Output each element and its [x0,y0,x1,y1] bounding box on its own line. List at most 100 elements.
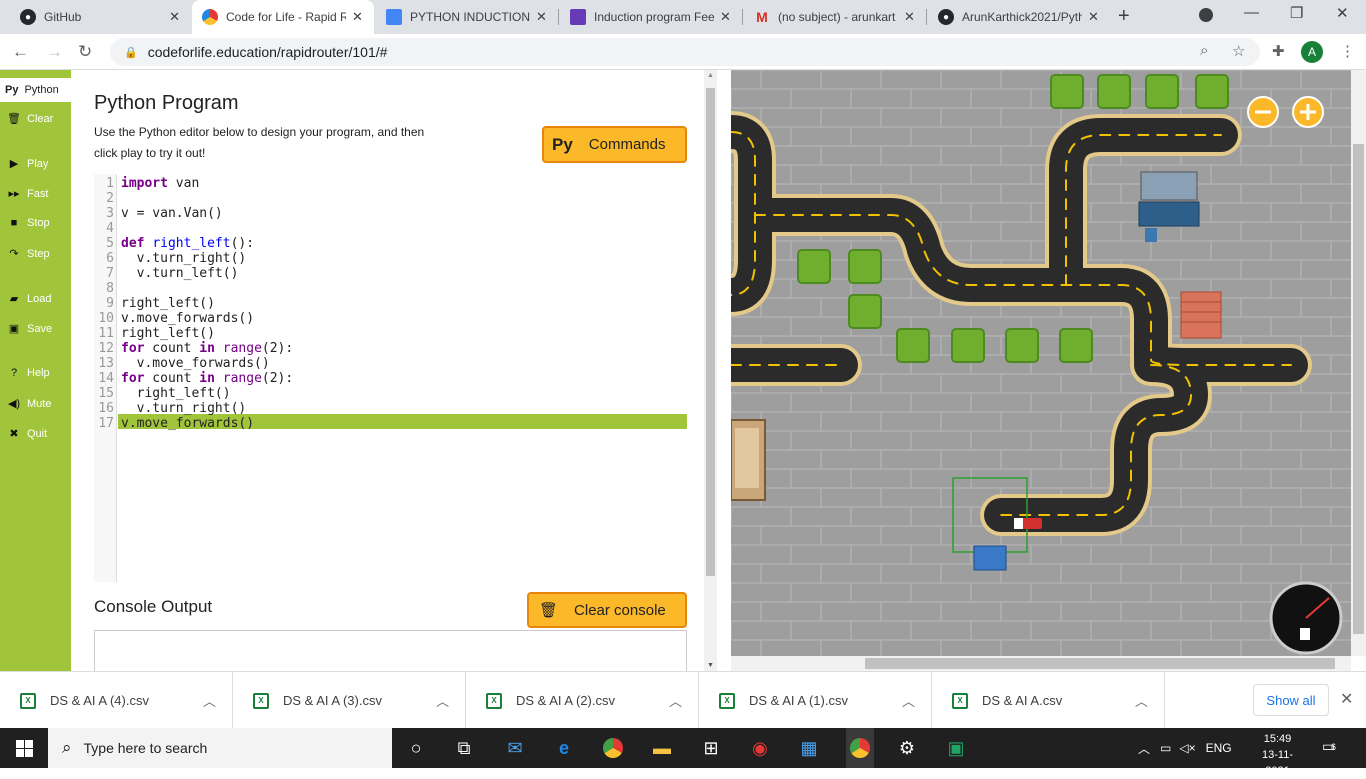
new-tab-button[interactable]: + [1118,5,1130,28]
code-editor[interactable]: 1 2 3 4 5 6 7 8 9 10 11 12 13 14 15 16 17 import van v = … [94,174,687,582]
chevron-up-icon[interactable]: ︿ [902,691,915,710]
scrollbar-thumb[interactable] [1353,144,1364,634]
zoom-out-button[interactable] [1247,96,1279,128]
code-line[interactable]: v.move_forwards() [121,311,254,326]
chevron-up-icon[interactable]: ︿ [1138,740,1150,757]
van-icon[interactable] [1014,518,1042,529]
network-icon[interactable]: ▭ [1160,741,1171,755]
code-line[interactable]: right_left() [121,326,215,341]
code-line[interactable]: v.move_forwards() [121,416,254,431]
tab-gmail[interactable]: M (no subject) - arunkart ✕ [744,0,926,34]
tab-induction-program[interactable]: Induction program Fee ✕ [560,0,742,34]
code-line[interactable]: v = van.Van() [121,206,223,221]
close-icon[interactable]: ✕ [904,9,915,25]
code-line[interactable]: v.turn_right() [121,401,247,416]
download-item[interactable]: X DS & AI A (2).csv ︿ [466,672,699,729]
code-line[interactable]: for count in range(2): [121,371,293,386]
tab-search-icon[interactable] [1199,8,1213,22]
clock[interactable]: 15:49 13-11-2021 [1255,731,1300,779]
volume-icon[interactable]: ◁× [1179,741,1195,755]
download-item[interactable]: X DS & AI A.csv ︿ [932,672,1165,729]
play-button[interactable]: ▶ Play [0,157,71,171]
extensions-icon[interactable]: ✚ [1272,42,1285,60]
avatar[interactable]: A [1301,41,1323,63]
close-icon[interactable]: ✕ [352,9,363,25]
scrollbar-thumb[interactable] [706,88,715,576]
cortana-icon[interactable]: ○ [404,736,428,760]
map-horizontal-scrollbar[interactable] [731,656,1351,671]
file-explorer-icon[interactable]: ▬ [650,736,674,760]
tab-github-repo[interactable]: ● ArunKarthick2021/Pyth ✕ [928,0,1110,34]
help-button[interactable]: ? Help [0,367,71,379]
chevron-up-icon[interactable]: ︿ [436,691,449,710]
settings-gear-icon[interactable]: ⚙ [895,736,919,760]
code-line[interactable]: v.move_forwards() [121,356,270,371]
close-icon[interactable]: ✕ [720,9,731,25]
mail-icon[interactable]: ✉ [503,736,527,760]
chevron-up-icon[interactable]: ︿ [669,691,682,710]
download-item[interactable]: X DS & AI A (4).csv ︿ [0,672,233,729]
scroll-up-icon[interactable]: ▲ [707,72,714,79]
scroll-down-icon[interactable]: ▼ [707,662,714,669]
download-item[interactable]: X DS & AI A (1).csv ︿ [699,672,932,729]
close-icon[interactable]: ✕ [1340,689,1353,709]
bookmark-star-icon[interactable]: ☆ [1232,42,1245,60]
editor-scrollbar[interactable]: ▲ ▼ [704,70,717,671]
edge-icon[interactable]: e [552,736,576,760]
python-tab[interactable]: Py Python [0,78,71,102]
zoom-icon[interactable]: ⌕ [1200,42,1208,59]
line-number: 16 [98,401,114,416]
taskbar-search-input[interactable]: ⌕ Type here to search [48,728,392,768]
close-icon[interactable]: ✕ [1088,9,1099,25]
code-line[interactable]: right_left() [121,386,231,401]
step-button[interactable]: ↷ Step [0,247,71,261]
console-output[interactable] [94,630,687,671]
save-button[interactable]: ▣ Save [0,322,71,336]
load-button[interactable]: ▰ Load [0,292,71,306]
download-item[interactable]: X DS & AI A (3).csv ︿ [233,672,466,729]
close-icon[interactable]: ✕ [169,9,180,25]
zoom-in-button[interactable] [1292,96,1324,128]
excel-icon[interactable]: ▣ [944,736,968,760]
forward-arrow-icon[interactable]: → [46,42,63,62]
commands-button[interactable]: Py Commands [542,126,687,163]
code-line[interactable]: right_left() [121,296,215,311]
fast-button[interactable]: ▸▸ Fast [0,187,71,201]
chrome-icon[interactable] [601,736,625,760]
scrollbar-thumb[interactable] [865,658,1335,669]
tab-github[interactable]: ● GitHub ✕ [10,0,190,34]
code-line[interactable]: import van [121,176,199,191]
menu-icon[interactable]: ⋮ [1340,42,1355,60]
line-number: 17 [98,416,114,431]
back-arrow-icon[interactable]: ← [12,42,29,62]
control-panel-icon[interactable]: ▦ [797,736,821,760]
maximize-button[interactable]: ❐ [1290,4,1303,22]
store-icon[interactable]: ⊞ [699,736,723,760]
task-view-icon[interactable]: ⧉ [452,736,476,760]
map-vertical-scrollbar[interactable] [1351,70,1366,656]
chrome-active-icon[interactable] [846,728,874,768]
quit-button[interactable]: ✖ Quit [0,427,71,441]
clear-button[interactable]: 🗑 Clear [0,112,71,126]
tab-code-for-life[interactable]: Code for Life - Rapid R ✕ [192,0,374,34]
close-window-button[interactable]: ✕ [1336,4,1349,22]
language-indicator[interactable]: ENG [1206,741,1232,755]
show-all-button[interactable]: Show all [1253,684,1329,716]
windows-start-button[interactable] [0,728,48,768]
mute-button[interactable]: ◀) Mute [0,397,71,411]
clear-console-button[interactable]: 🗑 Clear console [527,592,687,628]
app-icon[interactable]: ◉ [748,736,772,760]
code-line[interactable]: v.turn_right() [121,251,247,266]
tab-python-induction[interactable]: PYTHON INDUCTION ✕ [376,0,558,34]
code-line[interactable]: v.turn_left() [121,266,239,281]
stop-button[interactable]: ■ Stop [0,217,71,229]
minimize-button[interactable]: — [1244,4,1259,21]
close-icon[interactable]: ✕ [536,9,547,25]
reload-icon[interactable]: ↻ [78,42,92,62]
code-line[interactable]: def right_left(): [121,236,254,251]
chevron-up-icon[interactable]: ︿ [1135,691,1148,710]
url-input[interactable]: 🔒 codeforlife.education/rapidrouter/101/… [110,38,1260,66]
chevron-up-icon[interactable]: ︿ [203,691,216,710]
code-line[interactable]: for count in range(2): [121,341,293,356]
notification-icon[interactable]: ▭ 6 [1322,738,1342,758]
